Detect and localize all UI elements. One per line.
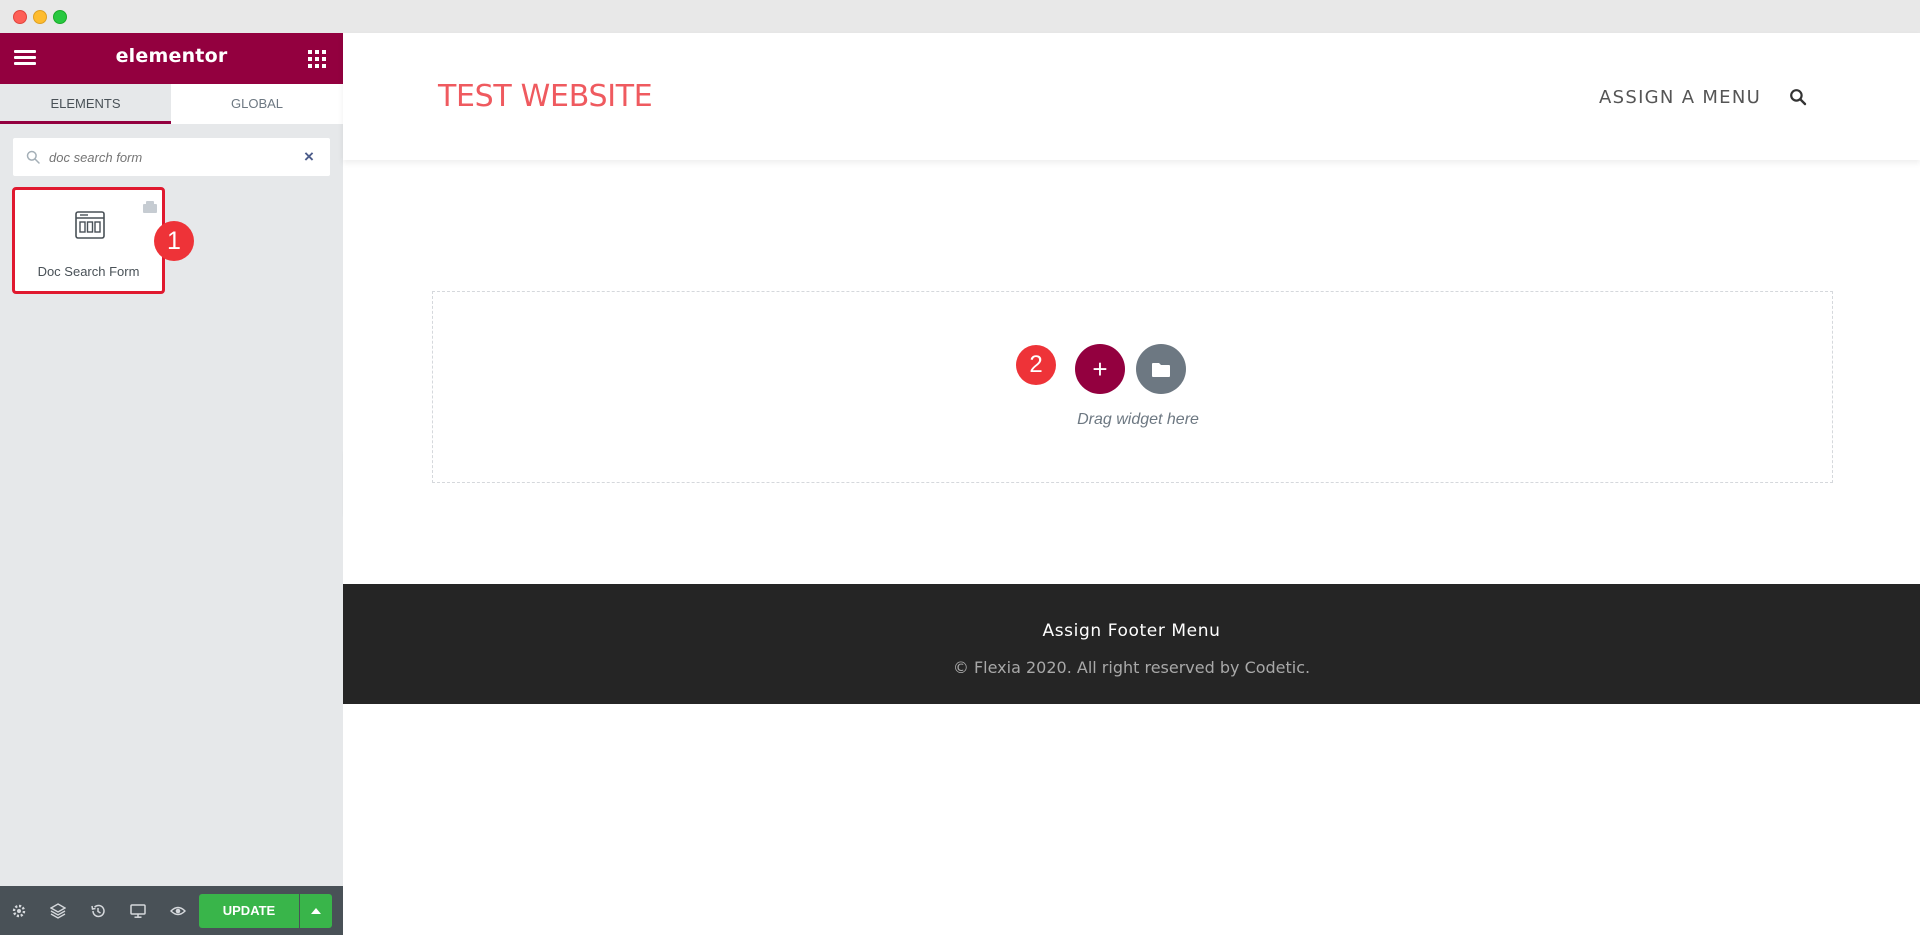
settings-icon[interactable]: [11, 903, 27, 919]
responsive-mode-icon[interactable]: [130, 903, 146, 919]
footer-copyright: © Flexia 2020. All right reserved by Cod…: [952, 658, 1311, 677]
preview-eye-icon[interactable]: [170, 903, 186, 919]
page-preview: TEST WEBSITE ASSIGN A MENU + Drag widget…: [343, 33, 1920, 935]
pro-badge-icon: [143, 201, 157, 213]
assign-menu-link[interactable]: ASSIGN A MENU: [1599, 87, 1761, 108]
save-options-caret-icon[interactable]: [300, 894, 332, 928]
widget-search-input[interactable]: [49, 138, 289, 176]
panel-footer: UPDATE: [0, 886, 343, 935]
zoom-window-button[interactable]: [53, 10, 67, 24]
site-footer: Assign Footer Menu © Flexia 2020. All ri…: [343, 584, 1920, 704]
elementor-logo: elementor: [115, 45, 228, 67]
close-window-button[interactable]: [13, 10, 27, 24]
clear-search-icon[interactable]: ×: [301, 148, 317, 165]
widget-label: Doc Search Form: [37, 264, 140, 279]
add-section-button[interactable]: +: [1075, 344, 1125, 394]
site-title[interactable]: TEST WEBSITE: [438, 79, 653, 114]
widget-doc-search-form[interactable]: Doc Search Form: [12, 187, 165, 294]
search-icon: [26, 150, 40, 164]
panel-tabs: ELEMENTS GLOBAL: [0, 84, 343, 124]
window-titlebar: [0, 0, 1920, 33]
folder-icon: [1152, 363, 1170, 377]
widget-search: ×: [13, 138, 330, 176]
widgets-grid-icon[interactable]: [308, 50, 326, 68]
elementor-panel: elementor ELEMENTS GLOBAL ×: [0, 33, 343, 935]
doc-search-form-icon: [75, 211, 105, 239]
add-template-button[interactable]: [1136, 344, 1186, 394]
site-search-icon[interactable]: [1789, 88, 1807, 106]
minimize-window-button[interactable]: [33, 10, 47, 24]
history-icon[interactable]: [90, 903, 106, 919]
tab-global[interactable]: GLOBAL: [171, 84, 343, 124]
step-2-badge: 2: [1016, 345, 1056, 385]
footer-menu-link[interactable]: Assign Footer Menu: [343, 621, 1920, 641]
drag-widget-hint: Drag widget here: [1077, 411, 1199, 428]
panel-header: elementor: [0, 33, 343, 84]
empty-section-drop-zone[interactable]: [432, 291, 1833, 483]
site-header: TEST WEBSITE ASSIGN A MENU: [343, 33, 1920, 160]
step-1-badge: 1: [154, 221, 194, 261]
tab-elements[interactable]: ELEMENTS: [0, 84, 171, 124]
update-button[interactable]: UPDATE: [199, 894, 299, 928]
navigator-layers-icon[interactable]: [50, 903, 66, 919]
